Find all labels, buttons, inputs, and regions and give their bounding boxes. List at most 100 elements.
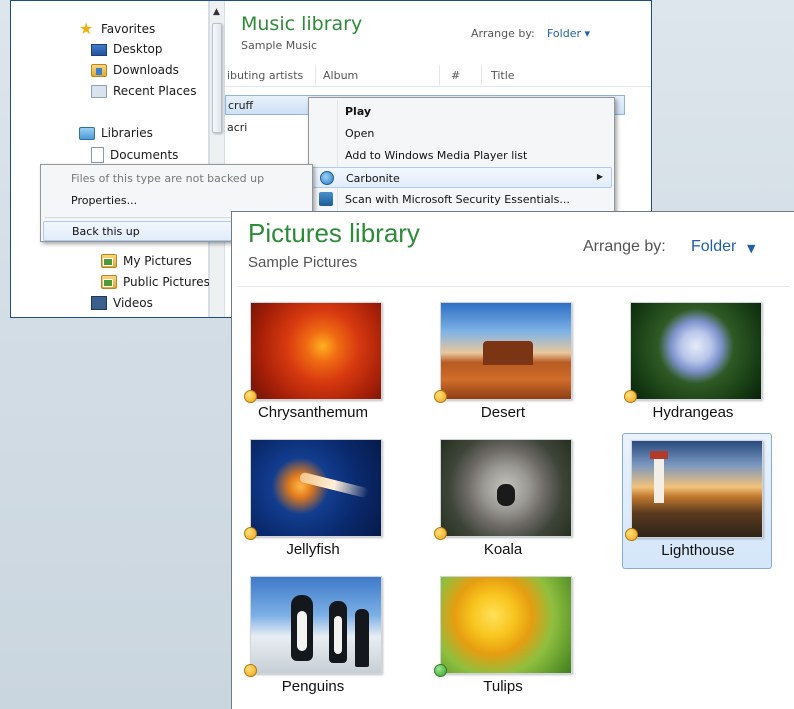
jellyfish-thumbnail [250,439,382,537]
navigation-pane: ★ Favorites Desktop Downloads Recent Pla… [11,1,210,317]
backup-pending-icon [434,390,447,403]
videos-icon [91,296,107,310]
menu-item-add-wmp[interactable]: Add to Windows Media Player list [311,145,612,166]
picture-item-hydrangeas[interactable]: Hydrangeas [618,298,768,434]
nav-documents[interactable]: Documents [91,145,178,165]
chevron-down-icon: ▾ [584,27,591,40]
nav-libraries-label: Libraries [101,126,153,140]
menu-item-open[interactable]: Open [311,123,612,144]
arrange-by-label: Arrange by: [471,27,535,40]
menu-item-open-label: Open [345,127,375,140]
nav-desktop[interactable]: Desktop [91,39,163,59]
music-library-subtitle: Sample Music [241,39,318,52]
picture-item-penguins[interactable]: Penguins [238,572,388,708]
nav-public-pictures[interactable]: Public Pictures [101,272,210,292]
arrange-by-value: Folder [547,27,581,40]
chevron-down-icon[interactable]: ▼ [747,242,755,255]
header-divider [238,286,790,287]
column-contributing-artists[interactable]: ibuting artists [227,69,303,82]
pictures-library-window: Pictures library Sample Pictures Arrange… [231,211,794,709]
scroll-up-arrow-icon[interactable]: ▲ [213,7,220,17]
picture-item-koala[interactable]: Koala [428,435,578,571]
menu-item-properties[interactable]: Properties... [71,194,137,207]
documents-icon [91,147,104,163]
column-divider [315,65,316,85]
koala-thumbnail [440,439,572,537]
recent-places-icon [91,84,107,98]
submenu-header: Files of this type are not backed up [71,172,265,185]
arrange-by-label: Arrange by: [583,238,666,255]
menu-item-play-label: Play [345,105,372,118]
libraries-icon [79,126,95,140]
nav-recent-places[interactable]: Recent Places [91,81,196,101]
backed-up-icon [434,664,447,677]
pictures-library-subtitle: Sample Pictures [248,254,358,271]
nav-downloads-label: Downloads [113,63,179,77]
nav-downloads[interactable]: Downloads [91,60,179,80]
column-album[interactable]: Album [323,69,358,82]
backup-pending-icon [625,528,638,541]
scrollbar-thumb[interactable] [212,23,222,133]
picture-name: Lighthouse [661,542,735,559]
nav-recent-places-label: Recent Places [113,84,197,98]
arrange-by-dropdown[interactable]: Folder ▾ [547,27,590,40]
context-menu: Play Open Add to Windows Media Player li… [308,97,615,215]
pictures-folder-icon [101,254,117,268]
picture-item-jellyfish[interactable]: Jellyfish [238,435,388,571]
backup-pending-icon [244,527,257,540]
backup-pending-icon [624,390,637,403]
menu-item-carbonite[interactable]: Carbonite ▶ [311,167,612,188]
picture-name: Jellyfish [286,541,340,558]
menu-item-scan[interactable]: Scan with Microsoft Security Essentials.… [311,189,612,210]
menu-item-scan-label: Scan with Microsoft Security Essentials.… [345,193,570,206]
backup-pending-icon [244,664,257,677]
nav-scrollbar[interactable]: ▲ [209,1,225,317]
submenu-arrow-icon: ▶ [596,172,603,181]
pictures-library-title: Pictures library [248,218,420,248]
hydrangeas-thumbnail [630,302,762,400]
nav-videos[interactable]: Videos [91,293,153,313]
chrysanthemum-thumbnail [250,302,382,400]
pictures-folder-icon [101,275,117,289]
downloads-folder-icon [91,63,107,77]
penguins-thumbnail [250,576,382,674]
row-artist: cruff [228,99,254,112]
picture-name: Desert [480,404,526,421]
security-essentials-icon [319,192,333,206]
backup-pending-icon [434,527,447,540]
arrange-by-dropdown[interactable]: Folder [691,238,736,256]
picture-name: Chrysanthemum [257,404,369,421]
nav-libraries[interactable]: Libraries [79,123,153,143]
column-headers: ibuting artists Album # Title [225,63,651,87]
tulips-thumbnail [440,576,572,674]
column-number[interactable]: # [451,69,460,82]
column-divider [439,65,440,85]
desktop-icon [91,44,107,56]
picture-name: Koala [483,541,523,558]
picture-item-chrysanthemum[interactable]: Chrysanthemum [238,298,388,434]
column-divider [481,65,482,85]
nav-my-pictures-label: My Pictures [123,254,192,268]
nav-public-pictures-label: Public Pictures [123,275,210,289]
picture-name: Penguins [281,678,345,695]
picture-name: Tulips [483,678,523,695]
nav-favorites[interactable]: ★ Favorites [79,19,155,39]
menu-item-carbonite-label: Carbonite [346,172,400,185]
row-artist[interactable]: acri [227,121,247,134]
menu-item-play[interactable]: Play [311,101,612,122]
picture-name: Hydrangeas [652,404,734,421]
star-icon: ★ [79,19,94,38]
nav-desktop-label: Desktop [113,42,163,56]
menu-item-back-this-up-label: Back this up [72,225,140,238]
nav-my-pictures[interactable]: My Pictures [101,251,192,271]
picture-item-tulips[interactable]: Tulips [428,572,578,708]
picture-item-desert[interactable]: Desert [428,298,578,434]
music-library-title: Music library [241,13,363,35]
desert-thumbnail [440,302,572,400]
nav-documents-label: Documents [110,148,179,162]
carbonite-icon [320,171,334,185]
nav-favorites-label: Favorites [101,22,156,36]
picture-item-lighthouse[interactable]: Lighthouse [622,433,772,569]
column-title[interactable]: Title [491,69,515,82]
backup-pending-icon [244,390,257,403]
